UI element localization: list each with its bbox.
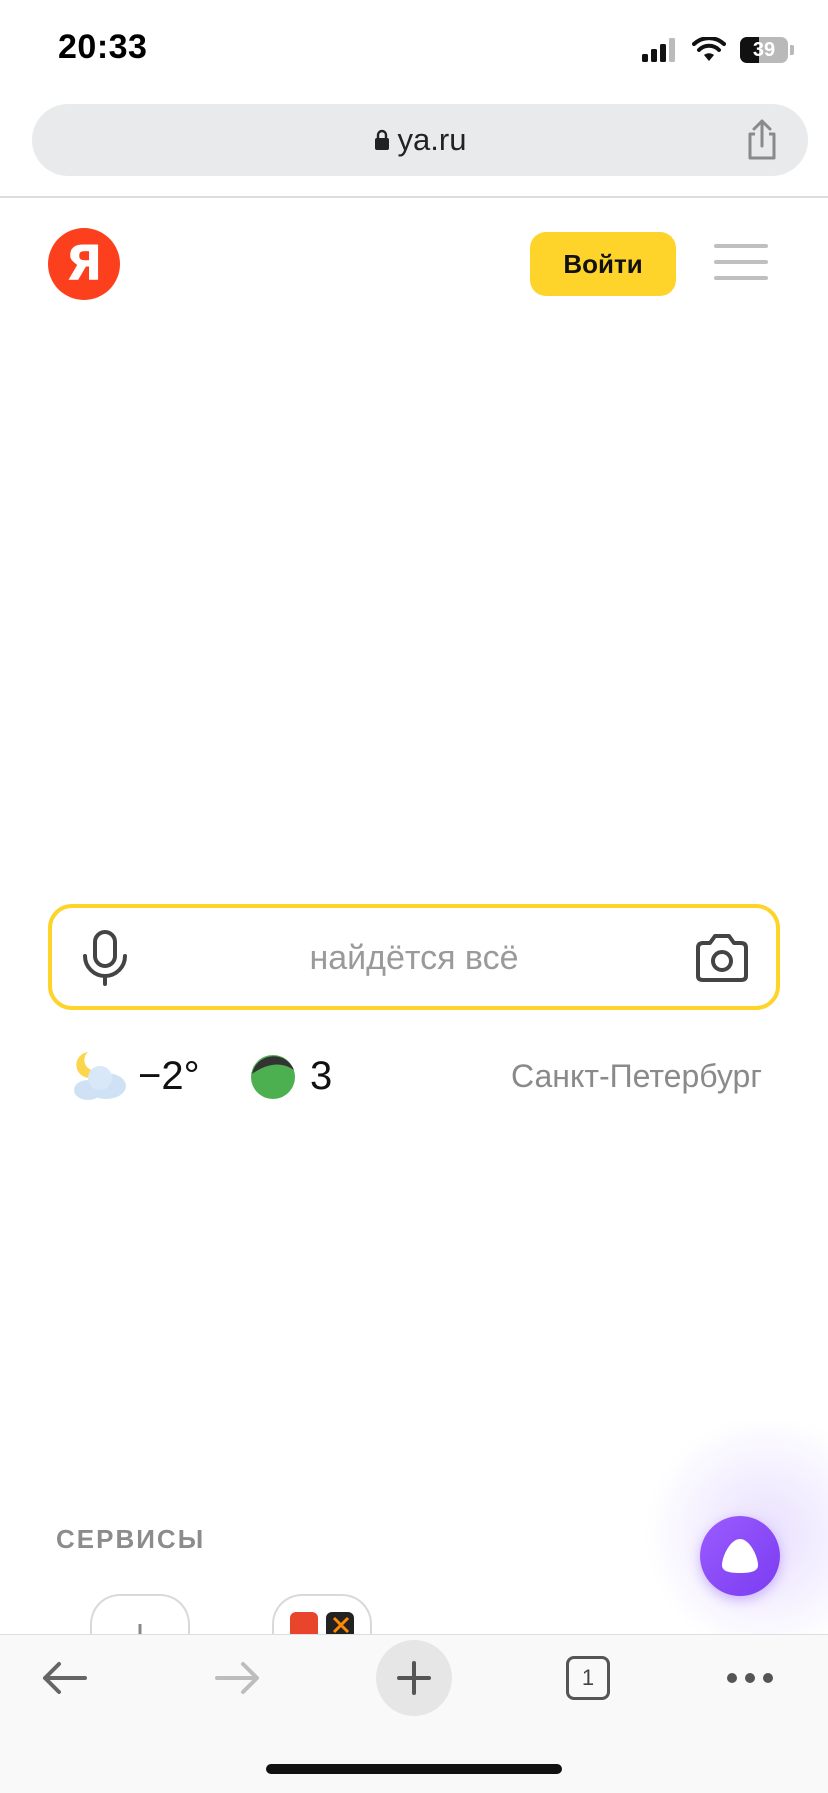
alice-icon <box>722 1539 758 1573</box>
service-tile-add[interactable] <box>90 1594 190 1636</box>
share-icon[interactable] <box>740 118 784 162</box>
logo-letter: Я <box>65 236 103 292</box>
address-divider <box>0 196 828 198</box>
alice-button[interactable] <box>700 1516 780 1596</box>
menu-line <box>714 260 768 264</box>
tabs-icon: 1 <box>566 1656 610 1700</box>
service-tile-apps[interactable] <box>272 1594 372 1636</box>
battery-indicator: 39 <box>740 37 788 63</box>
camera-icon[interactable] <box>694 932 750 984</box>
plus-icon <box>138 1624 142 1636</box>
battery-percent: 39 <box>752 39 776 61</box>
services-title: СЕРВИСЫ <box>56 1524 206 1554</box>
search-input[interactable] <box>162 908 666 1008</box>
back-icon <box>43 1662 87 1694</box>
traffic-icon[interactable] <box>250 1054 296 1100</box>
address-bar[interactable]: ya.ru <box>32 104 808 176</box>
address-field[interactable]: ya.ru <box>32 104 808 176</box>
tabs-button[interactable]: 1 <box>550 1640 626 1716</box>
home-indicator <box>266 1764 562 1774</box>
more-icon <box>727 1673 773 1683</box>
menu-line <box>714 276 768 280</box>
status-time: 20:33 <box>58 28 148 66</box>
menu-line <box>714 244 768 248</box>
plus-icon <box>397 1661 431 1695</box>
status-icons: 39 <box>642 34 794 66</box>
more-button[interactable] <box>712 1640 788 1716</box>
wifi-icon <box>692 37 726 61</box>
temperature[interactable]: −2° <box>138 1054 200 1099</box>
traffic-score[interactable]: 3 <box>310 1054 332 1099</box>
forward-button[interactable] <box>200 1640 276 1716</box>
login-button[interactable]: Войти <box>530 232 676 296</box>
search-box[interactable] <box>48 904 780 1010</box>
yandex-logo[interactable]: Я <box>48 228 120 300</box>
lock-icon <box>374 129 389 150</box>
city-name[interactable]: Санкт-Петербург <box>511 1058 762 1095</box>
battery-tip <box>790 45 794 55</box>
back-button[interactable] <box>26 1640 102 1716</box>
apps-icon <box>290 1612 354 1636</box>
weather-night-cloud-icon[interactable] <box>66 1050 130 1102</box>
forward-icon <box>215 1662 259 1694</box>
url-text: ya.ru <box>397 122 467 157</box>
cellular-signal-icon <box>642 38 675 62</box>
menu-icon[interactable] <box>714 244 768 284</box>
microphone-icon[interactable] <box>80 930 130 986</box>
new-tab-button[interactable] <box>376 1640 452 1716</box>
